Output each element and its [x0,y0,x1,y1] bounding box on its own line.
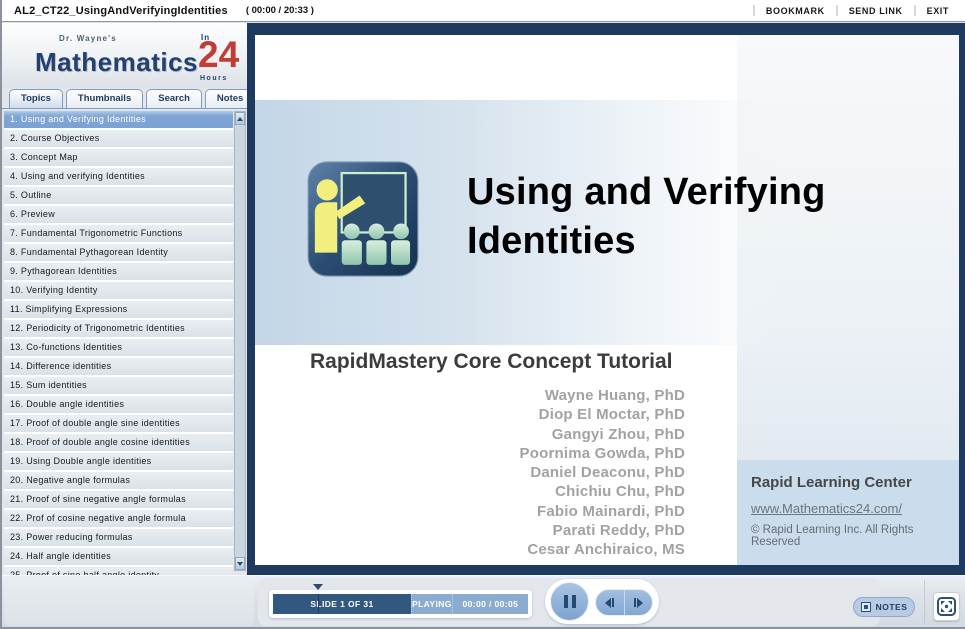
notes-button-label: NOTES [876,602,908,612]
author-list: Wayne Huang, PhD Diop El Moctar, PhD Gan… [335,386,685,560]
topic-scrollbar[interactable] [234,111,246,571]
scroll-up-button[interactable] [235,112,245,125]
author: Diop El Moctar, PhD [335,405,685,424]
slide-subtitle: RapidMastery Core Concept Tutorial [310,350,673,374]
author: Parati Reddy, PhD [335,521,685,540]
topic-item-13[interactable]: 13. Co-functions Identities [4,339,233,356]
fullscreen-button[interactable] [933,592,960,621]
author: Chichiu Chu, PhD [335,482,685,501]
slide-counter: SLIDE 1 OF 31 [273,594,411,614]
author: Wayne Huang, PhD [335,386,685,405]
pause-icon [572,595,576,608]
brand-logo: Dr. Wayne's Mathematics In 24 Hours [2,23,247,88]
slide-title-line1: Using and Verifying [467,168,959,217]
step-back-icon [612,598,614,607]
org-copyright: © Rapid Learning Inc. All Rights Reserve… [751,524,959,548]
topic-item-19[interactable]: 19. Using Double angle identities [4,453,233,470]
step-forward-icon [637,598,643,608]
topic-item-5[interactable]: 5. Outline [4,187,233,204]
notes-button[interactable]: NOTES [853,597,915,617]
player-bar-left-panel [4,580,254,626]
divider [924,580,925,624]
divider [753,5,755,16]
tab-topics[interactable]: Topics [9,89,63,108]
divider [836,5,838,16]
org-url-link[interactable]: www.Mathematics24.com/ [751,501,959,516]
step-back-icon [605,598,611,608]
topic-item-23[interactable]: 23. Power reducing formulas [4,529,233,546]
arrow-down-icon [237,562,243,566]
author: Fabio Mainardi, PhD [335,502,685,521]
previous-slide-button[interactable] [596,590,625,615]
exit-button[interactable]: EXIT [927,6,949,16]
progress-bar[interactable]: SLIDE 1 OF 31 PLAYING 00:00 / 00:05 [269,590,532,618]
divider [914,5,916,16]
playback-time: 00:00 / 00:05 [452,594,528,614]
total-time: ( 00:00 / 20:33 ) [246,5,314,16]
topic-item-9[interactable]: 9. Pythagorean Identities [4,263,233,280]
playback-status: PLAYING [411,594,452,614]
document-title: AL2_CT22_UsingAndVerifyingIdentities [14,5,228,17]
topic-item-17[interactable]: 17. Proof of double angle sine identitie… [4,415,233,432]
fullscreen-icon [937,597,956,616]
bookmark-button[interactable]: BOOKMARK [766,6,825,16]
slide-stage: Using and Verifying Identities RapidMast… [247,23,965,575]
logo-24-number: 24 [198,36,239,73]
org-name: Rapid Learning Center [751,474,959,491]
topic-item-25[interactable]: 25. Proof of sine half angle identity [4,567,233,575]
tab-search[interactable]: Search [146,89,202,108]
author: Daniel Deaconu, PhD [335,463,685,482]
notes-icon [861,602,871,612]
topic-item-1[interactable]: 1. Using and Verifying Identities [4,111,233,128]
topic-list: 1. Using and Verifying Identities 2. Cou… [4,111,233,575]
scroll-down-button[interactable] [235,557,245,570]
pause-button[interactable] [550,582,589,621]
slide-title: Using and Verifying Identities [467,168,959,266]
org-panel: Rapid Learning Center www.Mathematics24.… [737,460,959,565]
sidebar: Dr. Wayne's Mathematics In 24 Hours Topi… [2,23,247,575]
author: Gangyi Zhou, PhD [335,425,685,444]
topic-item-10[interactable]: 10. Verifying Identity [4,282,233,299]
topic-item-16[interactable]: 16. Double angle identities [4,396,233,413]
topic-item-8[interactable]: 8. Fundamental Pythagorean Identity [4,244,233,261]
topic-item-24[interactable]: 24. Half angle identities [4,548,233,565]
step-forward-icon [634,598,636,607]
topic-item-11[interactable]: 11. Simplifying Expressions [4,301,233,318]
logo-hours-word: Hours [200,75,228,82]
topic-item-3[interactable]: 3. Concept Map [4,149,233,166]
topic-item-14[interactable]: 14. Difference identities [4,358,233,375]
playhead-line [318,594,319,614]
topic-item-12[interactable]: 12. Periodicity of Trigonometric Identit… [4,320,233,337]
topic-item-18[interactable]: 18. Proof of double angle cosine identit… [4,434,233,451]
topic-item-15[interactable]: 15. Sum identities [4,377,233,394]
next-slide-button[interactable] [625,590,653,615]
tab-thumbnails[interactable]: Thumbnails [66,89,143,108]
pause-icon [564,595,568,608]
slide-title-line2: Identities [467,217,959,266]
author: Cesar Anchiraico, MS [335,540,685,559]
player-window: AL2_CT22_UsingAndVerifyingIdentities ( 0… [0,0,965,629]
title-bar: AL2_CT22_UsingAndVerifyingIdentities ( 0… [2,0,965,22]
topic-item-6[interactable]: 6. Preview [4,206,233,223]
topic-item-4[interactable]: 4. Using and verifying Identities [4,168,233,185]
slide-canvas: Using and Verifying Identities RapidMast… [255,35,959,565]
transport-controls [545,579,659,624]
topic-item-20[interactable]: 20. Negative angle formulas [4,472,233,489]
playhead-marker-icon[interactable] [313,584,323,590]
topic-item-22[interactable]: 22. Prof of cosine negative angle formul… [4,510,233,527]
sidebar-tabbar: Topics Thumbnails Search Notes [2,88,247,109]
prev-next-group [595,589,653,616]
presenter-icon [307,160,419,278]
arrow-up-icon [237,117,243,121]
topic-item-21[interactable]: 21. Proof of sine negative angle formula… [4,491,233,508]
topic-item-2[interactable]: 2. Course Objectives [4,130,233,147]
logo-pretitle: Dr. Wayne's [59,34,117,43]
logo-brand: Mathematics [35,47,198,78]
player-bar: SLIDE 1 OF 31 PLAYING 00:00 / 00:05 NOTE… [2,575,965,627]
topic-item-7[interactable]: 7. Fundamental Trigonometric Functions [4,225,233,242]
author: Poornima Gowda, PhD [335,444,685,463]
send-link-button[interactable]: SEND LINK [849,6,903,16]
